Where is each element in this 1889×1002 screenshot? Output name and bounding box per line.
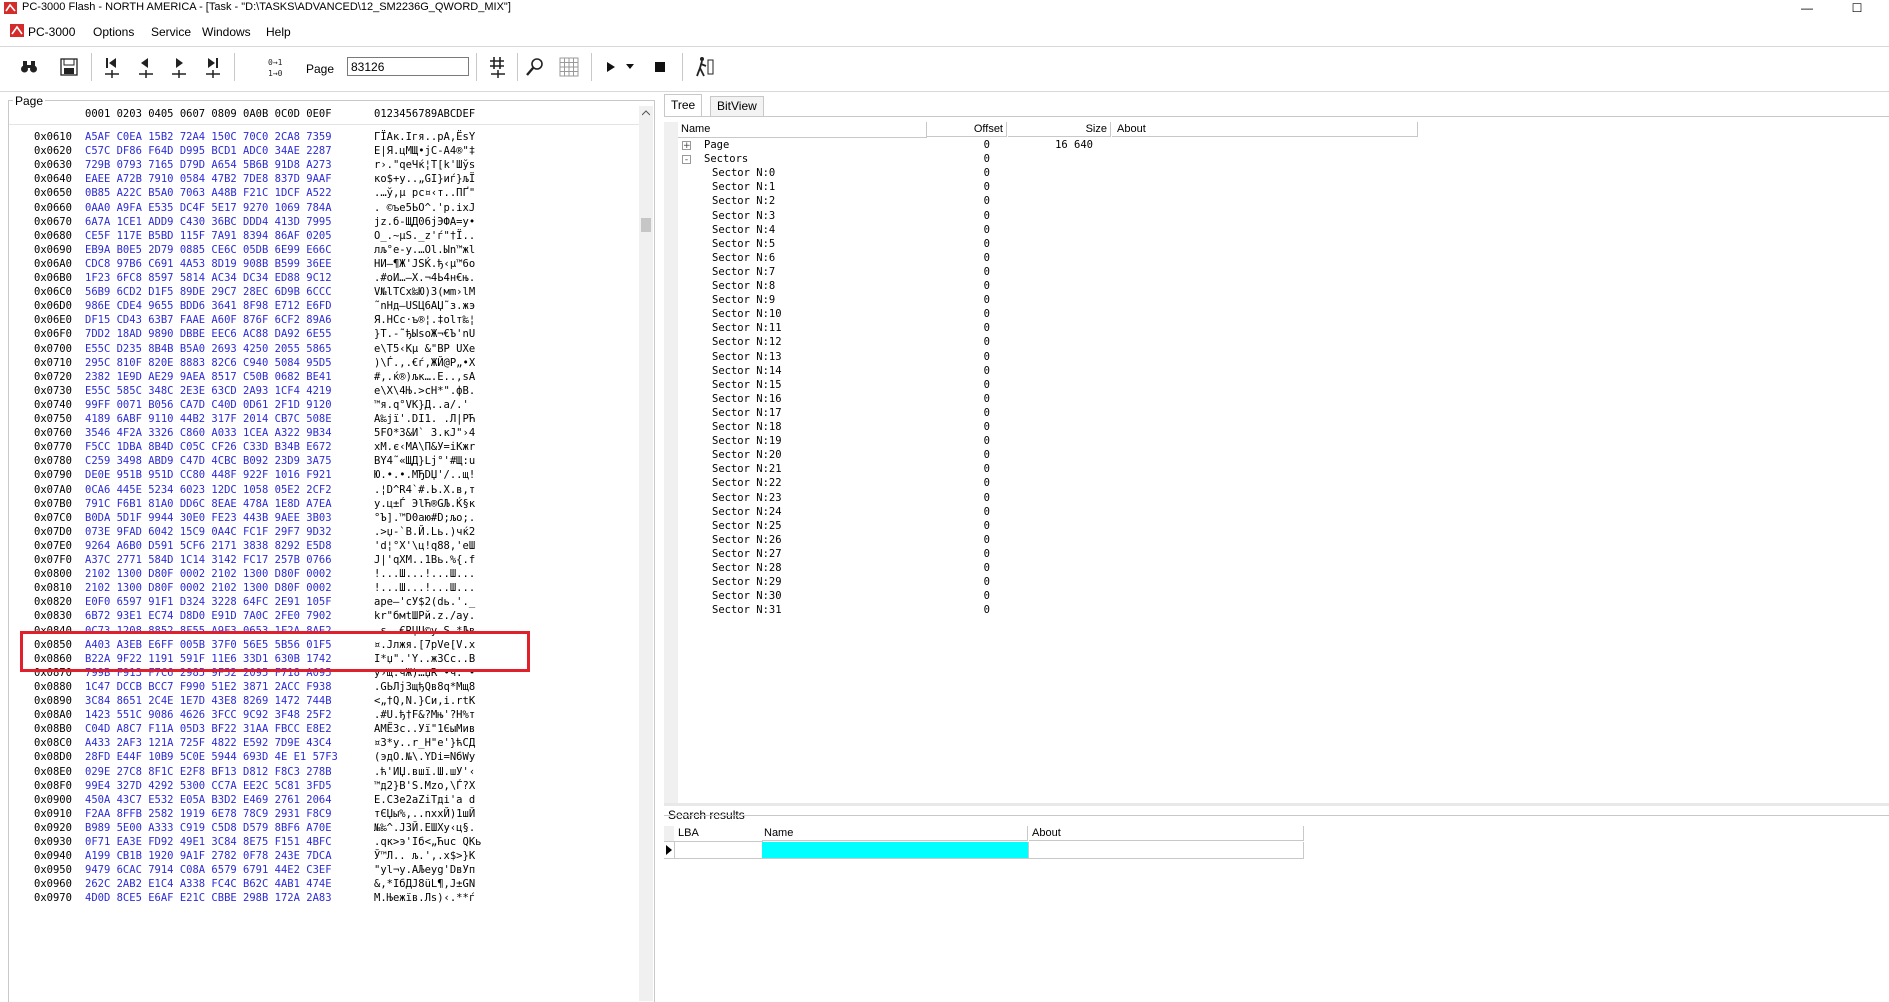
first-page-icon[interactable]	[97, 51, 127, 83]
prev-page-icon[interactable]	[131, 51, 161, 83]
tab-bitview[interactable]: BitView	[710, 96, 764, 116]
play-icon[interactable]	[596, 51, 626, 83]
toolbar: 0→1 1→0 Page	[0, 46, 1889, 92]
row-indicator-icon	[666, 845, 672, 855]
bit-transform-icon[interactable]: 0→1 1→0	[264, 51, 298, 83]
toolbar-separator	[682, 53, 683, 81]
hex-header-columns: 0001 0203 0405 0607 0809 0A0B 0C0D 0E0F	[85, 108, 332, 120]
menu-options[interactable]: Options	[93, 25, 134, 39]
tree-gutter	[664, 137, 678, 803]
hex-row-ascii[interactable]: M.Њежїв.Лѕ)‹.**ѓ	[374, 890, 475, 907]
search-result-name-cell[interactable]	[762, 842, 1028, 858]
search-header: LBA Name About	[664, 826, 1304, 842]
minimize-button[interactable]: —	[1797, 0, 1817, 16]
scroll-up-icon[interactable]	[642, 110, 650, 116]
hex-header-ascii: 0123456789ABCDEF	[374, 108, 476, 120]
tab-tree[interactable]: Tree	[664, 94, 703, 116]
toolbar-separator	[591, 53, 592, 81]
tree-header-gutter	[664, 122, 679, 138]
maximize-button[interactable]: ☐	[1847, 0, 1867, 16]
pc3000-menu-icon[interactable]	[10, 24, 24, 37]
collapse-icon[interactable]: -	[682, 155, 691, 165]
title-bar: PC-3000 Flash - NORTH AMERICA - [Task - …	[0, 0, 1889, 16]
cell-divider	[674, 842, 675, 858]
pc3000-logo-icon	[4, 2, 17, 14]
search-icon[interactable]	[520, 51, 550, 83]
grid-icon[interactable]	[554, 51, 584, 83]
tree-row-offset: 0	[983, 604, 990, 617]
cell-divider	[1303, 842, 1304, 858]
svg-text:1→0: 1→0	[268, 69, 283, 78]
highlight-annotation-box	[20, 631, 530, 672]
search-results-panel: LBA Name About	[664, 815, 1889, 1002]
tree-header-offset[interactable]: Offset	[927, 122, 1007, 137]
menu-windows[interactable]: Windows	[202, 25, 251, 39]
dropdown-arrow-icon[interactable]	[623, 51, 637, 83]
menu-help[interactable]: Help	[266, 25, 291, 39]
panel-splitter[interactable]	[664, 803, 1889, 806]
tree-row[interactable]: Sector N:31 0	[678, 602, 1678, 619]
tree-row-name: Sector N:31	[712, 604, 782, 617]
page-number-input[interactable]	[347, 57, 469, 76]
stop-icon[interactable]	[645, 51, 675, 83]
tree-header: Name Offset Size About	[664, 122, 1424, 138]
last-page-icon[interactable]	[198, 51, 228, 83]
tree-header-size[interactable]: Size	[1008, 122, 1111, 137]
hex-column-header: 0001 0203 0405 0607 0809 0A0B 0C0D 0E0F …	[9, 106, 639, 125]
goto-offset-icon[interactable]	[483, 51, 513, 83]
hex-row-bytes[interactable]: 4D0D 8CE5 E6AF E21C CBBE 298B 172A 2A83	[85, 890, 332, 907]
hex-scrollbar[interactable]	[639, 106, 653, 1001]
menu-bar: PC-3000 Options Service Windows Help	[0, 20, 1889, 42]
search-result-row[interactable]	[664, 842, 1304, 859]
menu-pc3000[interactable]: PC-3000	[28, 25, 75, 39]
toolbar-separator	[234, 53, 235, 81]
hex-row-address: 0x0970	[34, 892, 72, 905]
next-page-icon[interactable]	[164, 51, 194, 83]
search-header-lba[interactable]: LBA	[674, 826, 763, 842]
search-header-name[interactable]: Name	[762, 826, 1028, 841]
hex-scrollbar-thumb[interactable]	[641, 218, 651, 232]
toolbar-separator	[91, 53, 92, 81]
tree-header-about[interactable]: About	[1112, 122, 1418, 137]
hex-dump-view[interactable]: 0x0610 A5AF C0EA 15B2 72A4 150C 70C0 2CA8…	[9, 129, 639, 1001]
menu-service[interactable]: Service	[151, 25, 191, 39]
search-header-about[interactable]: About	[1029, 826, 1304, 841]
toolbar-separator	[517, 53, 518, 81]
toolbar-separator	[476, 53, 477, 81]
window-title: PC-3000 Flash - NORTH AMERICA - [Task - …	[22, 1, 511, 13]
tree-header-name[interactable]: Name	[678, 122, 927, 138]
binoculars-icon[interactable]	[14, 51, 44, 83]
svg-text:0→1: 0→1	[268, 58, 283, 67]
expand-icon[interactable]: +	[682, 141, 691, 151]
run-script-icon[interactable]	[690, 51, 720, 83]
save-icon[interactable]	[54, 51, 84, 83]
tree-panel: Name Offset Size About + Page 0 16 640- Sect…	[664, 116, 1889, 803]
page-label: Page	[306, 62, 335, 76]
cell-divider	[1028, 842, 1029, 858]
